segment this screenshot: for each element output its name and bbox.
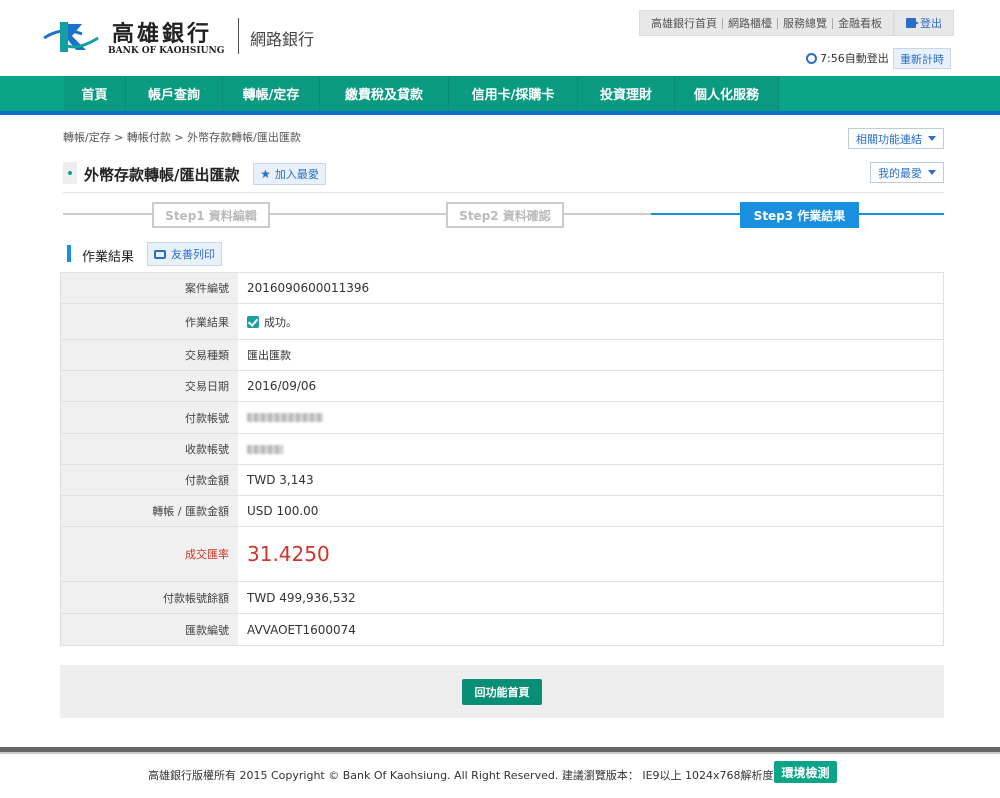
logo-chinese-text: 高雄銀行: [112, 21, 213, 47]
section-marker: [67, 245, 71, 262]
table-row: 收款帳號: [61, 434, 943, 465]
case-number: 2016090600011396: [247, 281, 370, 295]
result-table: 案件編號 2016090600011396 作業結果 成功。 交易種類 匯出匯款…: [60, 272, 944, 646]
caret-down-icon: [928, 170, 936, 175]
step-3: Step3 作業結果: [740, 202, 859, 228]
top-link-home[interactable]: 高雄銀行首頁: [646, 15, 722, 31]
page-title: 外幣存款轉帳/匯出匯款: [84, 166, 240, 184]
row-label: 轉帳 / 匯款金額: [61, 496, 238, 526]
row-label: 付款帳號餘額: [61, 582, 238, 613]
add-favorite-label: 加入最愛: [274, 168, 319, 181]
table-row: 付款帳號: [61, 402, 943, 434]
step-2: Step2 資料確認: [446, 202, 564, 228]
row-label: 付款金額: [61, 465, 238, 495]
logo-english-text: BANK OF KAOHSIUNG: [108, 46, 225, 56]
print-button[interactable]: 友善列印: [147, 242, 222, 266]
top-links: 高雄銀行首頁 網路櫃檯 服務總覽 金融看板: [639, 10, 894, 36]
row-label: 作業結果: [61, 304, 238, 339]
reset-timer-button[interactable]: 重新計時: [893, 48, 951, 69]
printer-icon: [154, 249, 166, 259]
status-text: 成功。: [264, 315, 297, 329]
related-links-label: 相關功能連結: [856, 132, 922, 146]
back-to-home-button[interactable]: 回功能首頁: [462, 679, 542, 705]
divider: [63, 192, 944, 193]
bank-logo-icon: [43, 22, 99, 52]
remittance-number: AVVAOET1600074: [247, 622, 356, 637]
exchange-rate: 31.4250: [247, 542, 330, 566]
top-link-services[interactable]: 服務總覽: [778, 15, 832, 31]
logo-divider: [238, 18, 239, 54]
payee-account-redacted: [238, 434, 943, 464]
status-cell: 成功。: [238, 304, 943, 339]
table-row: 轉帳 / 匯款金額 USD 100.00: [61, 496, 943, 527]
header: 高雄銀行 BANK OF KAOHSIUNG 網路銀行 高雄銀行首頁 網路櫃檯 …: [0, 0, 1000, 76]
add-favorite-button[interactable]: ★ 加入最愛: [253, 163, 326, 185]
nav-item-personal[interactable]: 個人化服務: [675, 76, 779, 111]
redacted-value: [247, 444, 283, 454]
row-label: 成交匯率: [61, 527, 238, 581]
print-label: 友善列印: [171, 248, 215, 261]
my-favorites-dropdown[interactable]: 我的最愛: [870, 162, 944, 183]
step-1: Step1 資料編輯: [152, 202, 270, 228]
row-label: 匯款編號: [61, 614, 238, 645]
timer-text: 7:56自動登出: [820, 52, 889, 65]
row-label: 交易日期: [61, 371, 238, 401]
nav-item-payment[interactable]: 繳費稅及貸款: [320, 76, 449, 111]
nav-item-transfer[interactable]: 轉帳/定存: [223, 76, 320, 111]
table-row: 交易日期 2016/09/06: [61, 371, 943, 402]
my-favorites-label: 我的最愛: [878, 166, 922, 180]
main-nav: 首頁 帳戶查詢 轉帳/定存 繳費稅及貸款 信用卡/採購卡 投資理財 個人化服務: [0, 76, 1000, 111]
logout-button[interactable]: 登出: [894, 10, 954, 36]
step-progress: Step1 資料編輯 Step2 資料確認 Step3 作業結果: [63, 200, 944, 228]
transfer-amount: USD 100.00: [247, 504, 319, 518]
payment-amount: TWD 3,143: [247, 473, 314, 487]
redacted-value: [247, 413, 323, 422]
nav-item-home[interactable]: 首頁: [64, 76, 126, 111]
payer-account-redacted: [238, 402, 943, 433]
transaction-type: 匯出匯款: [247, 349, 291, 362]
nav-underline: [0, 111, 1000, 115]
footer-copyright: 高雄銀行版權所有 2015 Copyright © Bank Of Kaohsi…: [148, 769, 796, 782]
breadcrumb: 轉帳/定存 > 轉帳付款 > 外幣存款轉帳/匯出匯款: [63, 131, 301, 144]
footer-divider-light: [0, 752, 1000, 754]
session-timer: 7:56自動登出: [806, 50, 889, 66]
table-row: 案件編號 2016090600011396: [61, 273, 943, 304]
transaction-date: 2016/09/06: [247, 379, 317, 393]
title-bullet-icon: [63, 162, 77, 184]
related-links-dropdown[interactable]: 相關功能連結: [848, 128, 944, 149]
caret-down-icon: [928, 136, 936, 141]
account-balance: TWD 499,936,532: [247, 590, 356, 605]
environment-check-button[interactable]: 環境檢測: [774, 761, 837, 783]
nav-item-account[interactable]: 帳戶查詢: [126, 76, 223, 111]
action-area: 回功能首頁: [60, 665, 944, 718]
bank-logo[interactable]: 高雄銀行 BANK OF KAOHSIUNG: [42, 16, 232, 60]
site-subtitle: 網路銀行: [250, 30, 315, 49]
row-label: 付款帳號: [61, 402, 238, 433]
table-row: 作業結果 成功。: [61, 304, 943, 340]
row-label: 收款帳號: [61, 434, 238, 464]
clock-icon: [806, 52, 817, 64]
nav-item-invest[interactable]: 投資理財: [578, 76, 675, 111]
table-row: 匯款編號 AVVAOET1600074: [61, 614, 943, 645]
top-link-board[interactable]: 金融看板: [833, 15, 887, 31]
table-row: 交易種類 匯出匯款: [61, 340, 943, 371]
logout-label: 登出: [920, 17, 942, 30]
table-row: 付款金額 TWD 3,143: [61, 465, 943, 496]
nav-item-credit[interactable]: 信用卡/採購卡: [449, 76, 578, 111]
table-row: 成交匯率 31.4250: [61, 527, 943, 582]
row-label: 案件編號: [61, 273, 238, 303]
table-row: 付款帳號餘額 TWD 499,936,532: [61, 582, 943, 614]
logout-icon: [906, 18, 919, 28]
top-link-counter[interactable]: 網路櫃檯: [723, 15, 777, 31]
section-title: 作業結果: [82, 250, 135, 265]
checkbox-check-icon: [247, 315, 259, 328]
star-icon: ★: [260, 167, 271, 181]
row-label: 交易種類: [61, 340, 238, 370]
